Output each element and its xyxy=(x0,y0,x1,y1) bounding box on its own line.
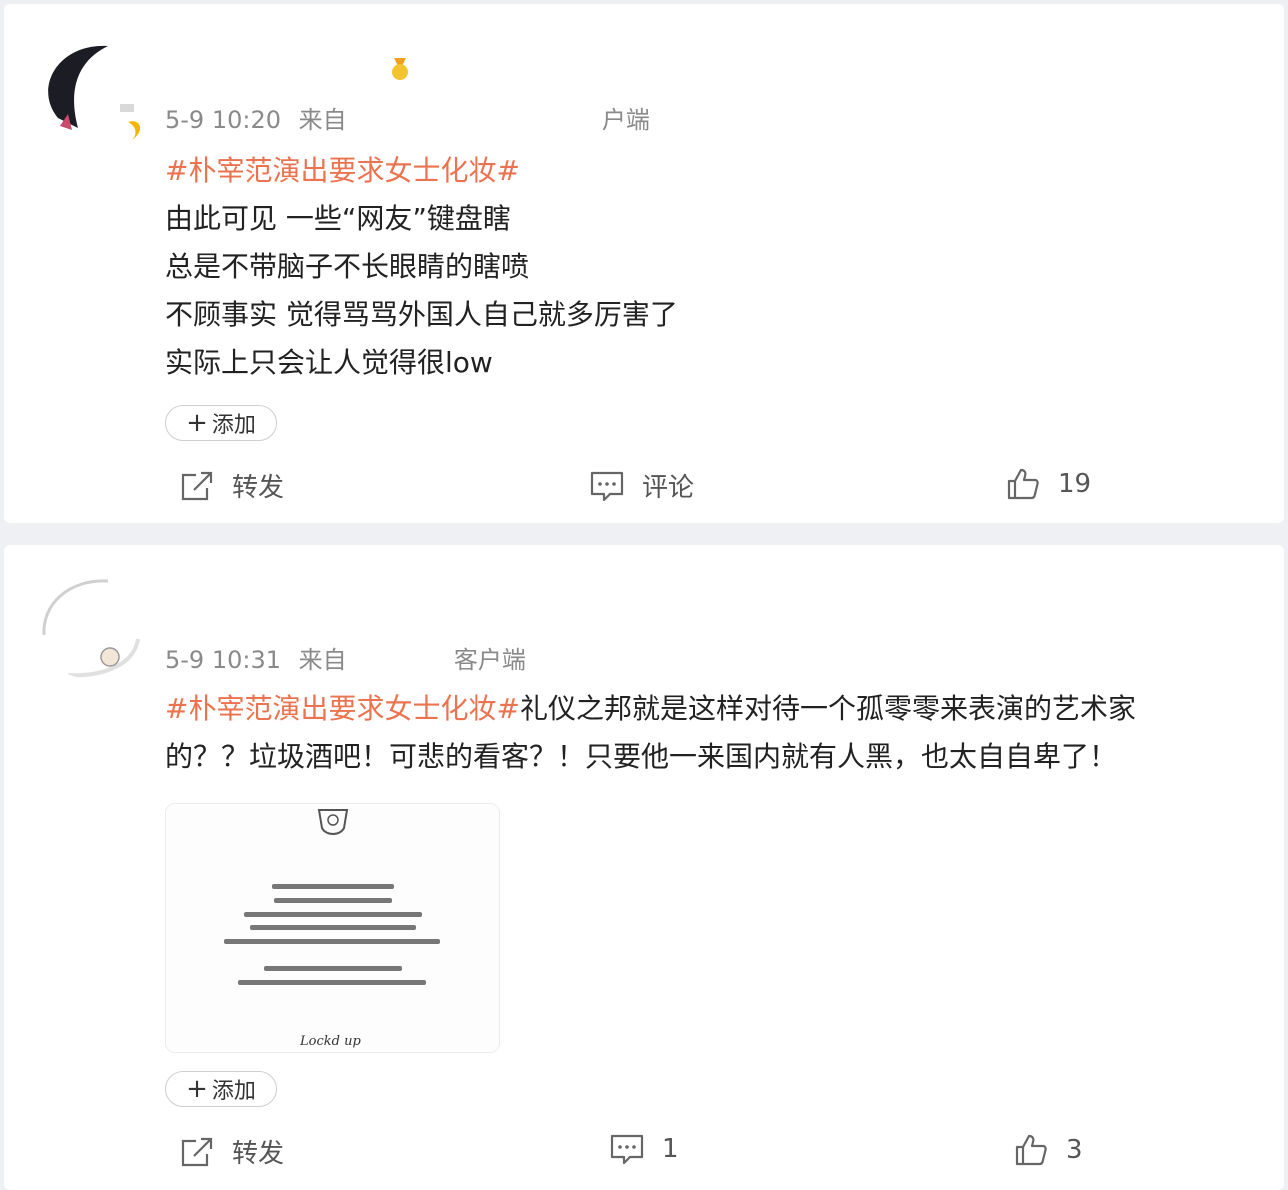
like-count: 3 xyxy=(1066,1135,1083,1165)
document-text xyxy=(244,912,422,917)
like-button[interactable]: 3 xyxy=(1014,1133,1083,1167)
comment-label: 评论 xyxy=(642,473,695,503)
post-line: 的？？垃圾酒吧！可悲的看客？！只要他一来国内就有人黑，也太自自卑了！ xyxy=(165,740,1118,773)
post-line: 不顾事实 觉得骂骂外国人自己就多厉害了 xyxy=(165,298,678,331)
document-text xyxy=(238,980,426,985)
post-card: 5-9 10:20 来自 户端 #朴宰范演出要求女士化妆# 由此可见 一些“网友… xyxy=(4,4,1284,523)
post-source-prefix: 来自 xyxy=(298,106,347,134)
post-time: 5-9 10:31 xyxy=(165,646,281,674)
repost-button[interactable]: 转发 xyxy=(180,1133,284,1170)
post-meta: 5-9 10:31 来自 客户端 xyxy=(165,640,526,675)
hashtag-link[interactable]: #朴宰范演出要求女士化妆# xyxy=(165,154,520,187)
thumbs-up-icon xyxy=(1007,468,1039,500)
post-line: 实际上只会让人觉得很low xyxy=(165,346,493,379)
comment-count: 1 xyxy=(662,1134,679,1164)
repost-label: 转发 xyxy=(232,473,285,503)
avatar-image xyxy=(42,579,140,678)
vip-badge-icon xyxy=(120,104,141,140)
comment-icon xyxy=(610,1134,644,1165)
document-text xyxy=(274,898,392,903)
share-icon xyxy=(181,471,213,500)
signature: Lockd up xyxy=(300,1034,361,1049)
like-count: 19 xyxy=(1058,469,1092,499)
plus-icon: + xyxy=(186,1074,208,1104)
post-line: 礼仪之邦就是这样对待一个孤零零来表演的艺术家 xyxy=(519,692,1136,725)
post-meta: 5-9 10:20 来自 户端 xyxy=(165,100,650,135)
post-time: 5-9 10:20 xyxy=(165,106,281,134)
post-line: 总是不带脑子不长眼睛的瞎喷 xyxy=(165,250,530,283)
add-tag-button[interactable]: + 添加 xyxy=(165,405,277,441)
share-icon xyxy=(181,1137,213,1166)
post-line: 由此可见 一些“网友”键盘瞎 xyxy=(165,202,511,235)
thumbs-up-icon xyxy=(1015,1134,1047,1166)
medal-icon xyxy=(392,58,408,80)
add-tag-label: 添加 xyxy=(211,1079,256,1104)
post-body: #朴宰范演出要求女士化妆# 由此可见 一些“网友”键盘瞎 总是不带脑子不长眼睛的… xyxy=(165,147,678,387)
avatar[interactable] xyxy=(38,575,142,679)
comment-button[interactable]: 评论 xyxy=(590,467,694,504)
add-tag-label: 添加 xyxy=(211,413,256,438)
add-tag-button[interactable]: + 添加 xyxy=(165,1071,277,1107)
plus-icon: + xyxy=(186,408,208,438)
post-source-suffix[interactable]: 户端 xyxy=(602,106,650,134)
post-card: 5-9 10:31 来自 客户端 #朴宰范演出要求女士化妆#礼仪之邦就是这样对待… xyxy=(4,545,1284,1190)
repost-label: 转发 xyxy=(232,1139,285,1169)
document-text xyxy=(272,884,394,889)
post-source-suffix[interactable]: 客户端 xyxy=(454,646,526,674)
document-text xyxy=(264,966,402,971)
repost-button[interactable]: 转发 xyxy=(180,467,284,504)
comment-icon xyxy=(590,471,624,501)
like-button[interactable]: 19 xyxy=(1006,467,1091,501)
comment-button[interactable]: 1 xyxy=(610,1133,679,1165)
attached-image[interactable]: Lockd up xyxy=(165,803,500,1053)
document-text xyxy=(250,925,416,930)
crest-icon xyxy=(317,809,349,835)
hashtag-link[interactable]: #朴宰范演出要求女士化妆# xyxy=(165,692,520,725)
post-source-prefix: 来自 xyxy=(298,646,347,674)
document-text xyxy=(224,939,440,944)
post-body: #朴宰范演出要求女士化妆#礼仪之邦就是这样对待一个孤零零来表演的艺术家 的？？垃… xyxy=(165,685,1136,781)
